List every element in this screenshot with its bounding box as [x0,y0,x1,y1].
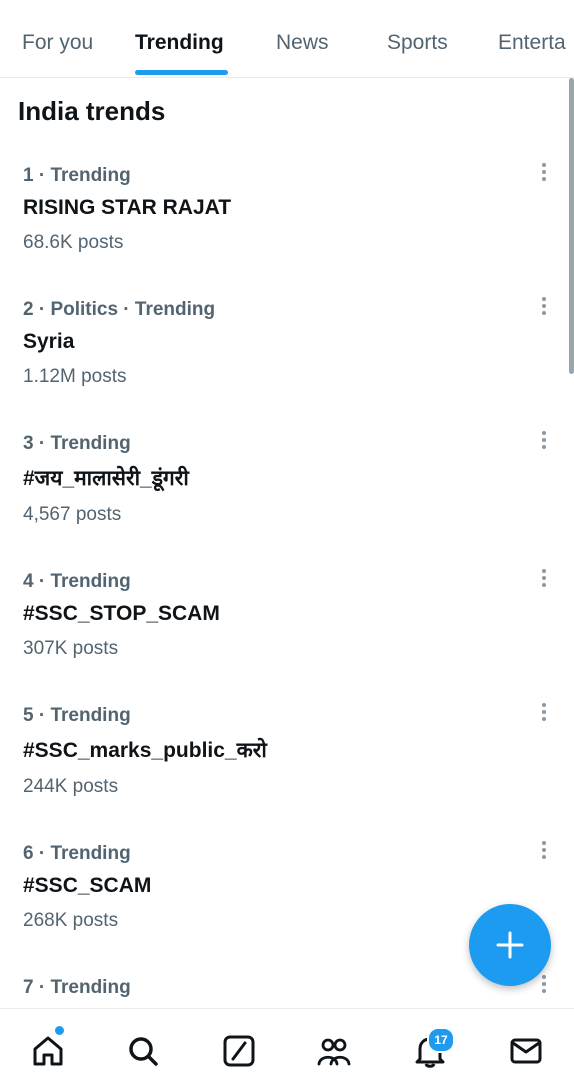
active-tab-indicator [135,70,228,75]
search-icon [129,1037,158,1066]
more-options-icon[interactable] [533,427,555,457]
bottom-navigation [0,1008,574,1086]
home-unread-dot [55,1026,64,1035]
trend-meta: 2 · Politics · Trending [23,299,216,320]
more-options-icon[interactable] [533,699,555,729]
communities-icon [317,1038,351,1066]
notification-count-badge: 17 [427,1027,455,1053]
compose-post-button[interactable] [469,904,551,986]
trend-item[interactable]: 1 · Trending RISING STAR RAJAT 68.6K pos… [0,163,574,285]
messages-icon [510,1038,542,1064]
plus-icon [496,931,524,959]
trend-name: #SSC_SCAM [23,874,152,897]
trend-name: #SSC_STOP_SCAM [23,602,220,625]
trend-post-count: 68.6K posts [23,232,124,253]
trend-name: #SSC_marks_public_करो [23,739,267,762]
trend-meta: 6 · Trending [23,843,131,864]
trend-item[interactable]: 7 · Trending [0,975,574,1007]
trend-item[interactable]: 2 · Politics · Trending Syria 1.12M post… [0,297,574,419]
nav-communities[interactable] [317,1034,351,1068]
home-icon [33,1036,63,1066]
trend-post-count: 4,567 posts [23,504,122,525]
more-options-icon[interactable] [533,837,555,867]
more-options-icon[interactable] [533,565,555,595]
tab-sports[interactable]: Sports [387,31,448,55]
tab-entertainment[interactable]: Enterta [498,31,566,55]
trend-item[interactable]: 5 · Trending #SSC_marks_public_करो 244K … [0,703,574,829]
trend-meta: 4 · Trending [23,571,131,592]
tab-trending[interactable]: Trending [135,31,224,55]
trend-post-count: 268K posts [23,910,119,931]
trend-post-count: 307K posts [23,638,119,659]
more-options-icon[interactable] [533,159,555,189]
trend-name: RISING STAR RAJAT [23,196,232,219]
trend-meta: 3 · Trending [23,433,131,454]
nav-search[interactable] [126,1034,160,1068]
trend-meta: 5 · Trending [23,705,131,726]
grok-icon [223,1035,255,1067]
tab-for-you[interactable]: For you [22,31,93,55]
trend-post-count: 1.12M posts [23,366,127,387]
trend-item[interactable]: 4 · Trending #SSC_STOP_SCAM 307K posts [0,569,574,691]
trend-meta: 7 · Trending [23,977,131,998]
trend-post-count: 244K posts [23,776,119,797]
nav-messages[interactable] [509,1034,543,1068]
top-tabs: For you Trending News Sports Enterta [0,0,574,78]
trend-name: Syria [23,330,75,353]
trend-name: #जय_मालासेरी_डूंगरी [23,467,189,490]
nav-grok[interactable] [222,1034,256,1068]
more-options-icon[interactable] [533,293,555,323]
trend-meta: 1 · Trending [23,165,131,186]
trend-item[interactable]: 3 · Trending #जय_मालासेरी_डूंगरी 4,567 p… [0,431,574,557]
tab-news[interactable]: News [276,31,329,55]
section-title: India trends [18,96,166,126]
nav-home[interactable] [31,1034,65,1068]
